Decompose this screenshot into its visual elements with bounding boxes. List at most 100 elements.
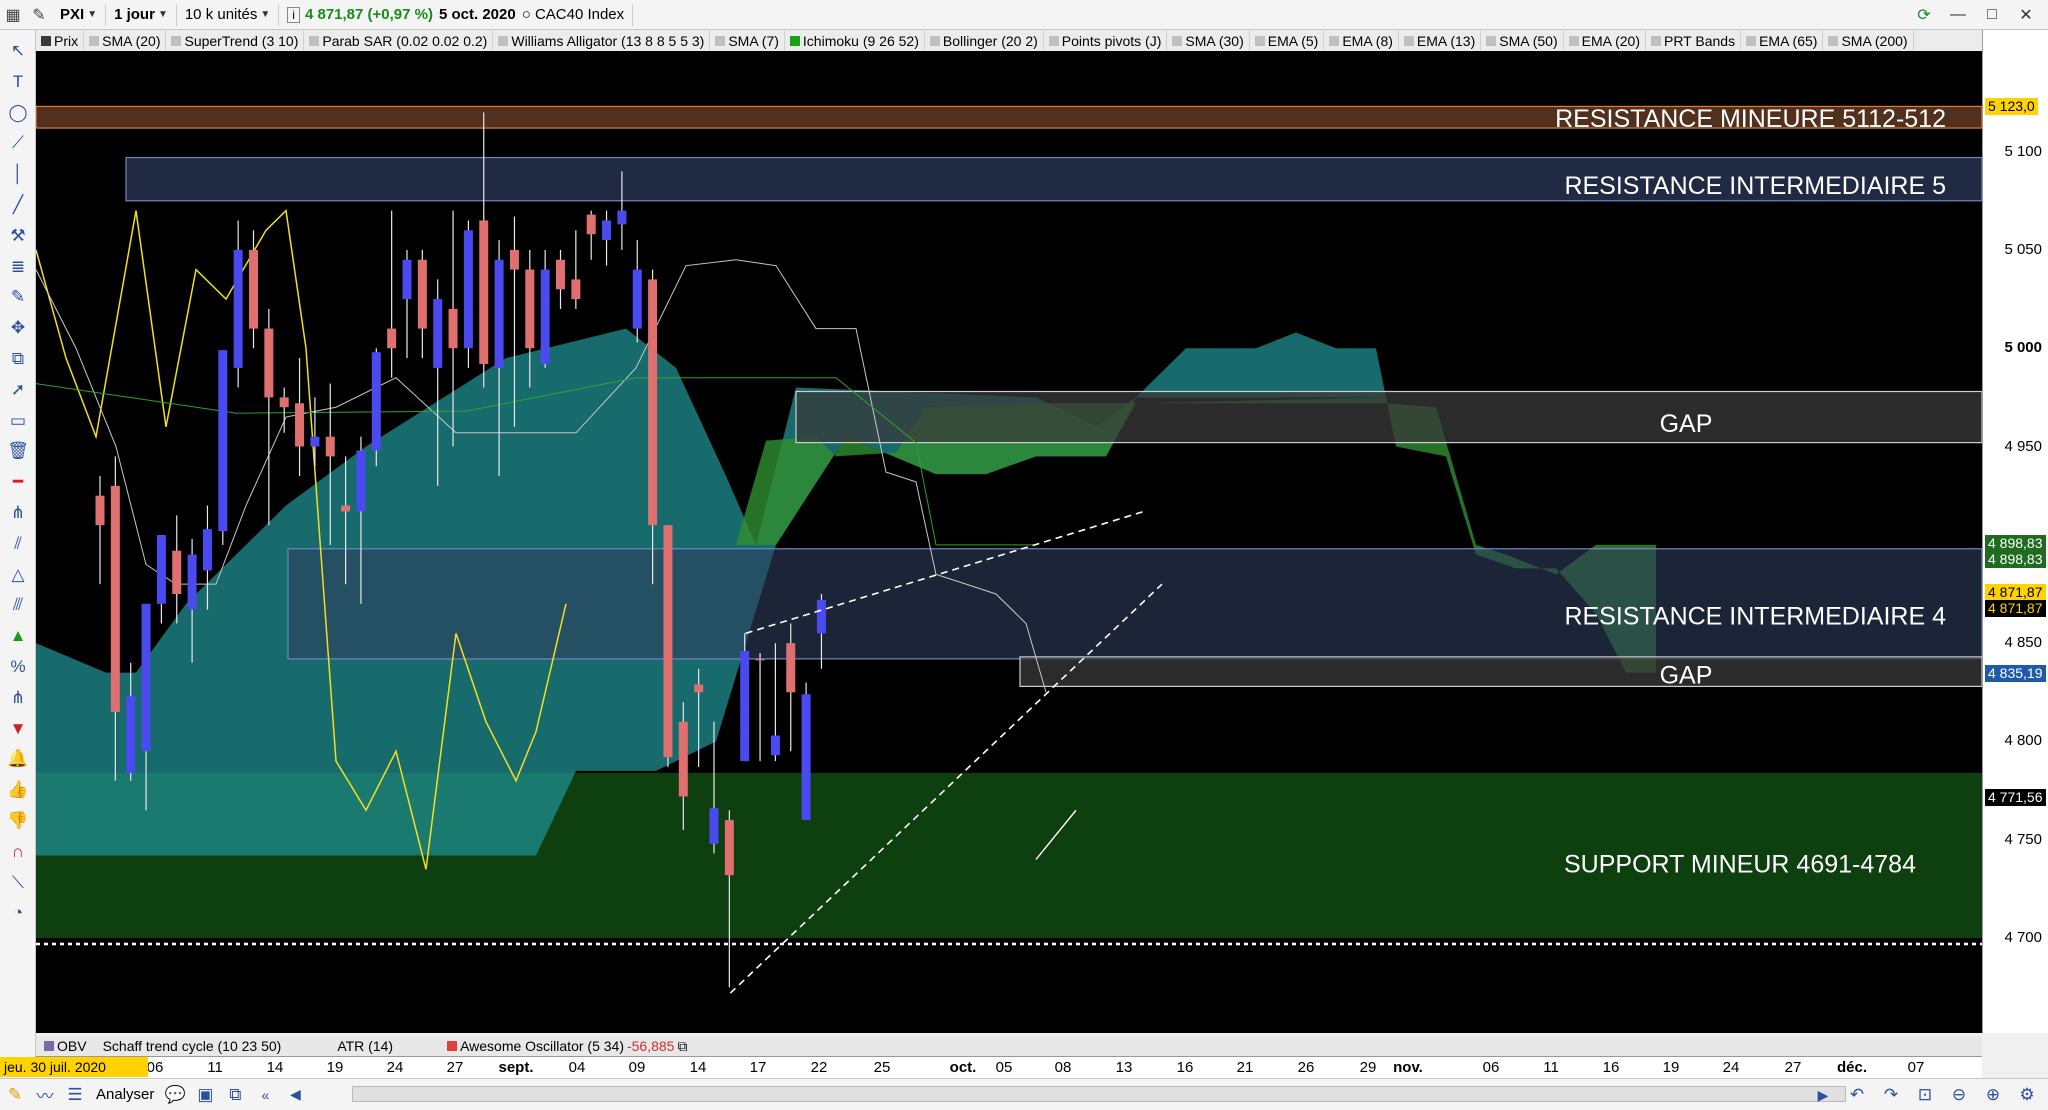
indicator-tab[interactable]: EMA (65) [1741, 31, 1824, 50]
magnet-icon[interactable]: ⚒ [4, 223, 32, 249]
candle-body [509, 249, 519, 270]
date-tick: 06 [146, 1059, 164, 1076]
line-icon[interactable]: ╱ [4, 192, 32, 218]
magnet-snap-icon[interactable]: ∩ [4, 839, 32, 865]
horizontal-scrollbar[interactable] [352, 1086, 1846, 1102]
sub-tab-obv[interactable]: OBV [36, 1038, 95, 1054]
ticker-select[interactable]: PXI ▼ [52, 3, 107, 26]
price-tag: 4 898,83 [1985, 534, 2046, 552]
segment-icon[interactable]: ⟋ [4, 130, 32, 156]
percent-icon[interactable]: % [4, 654, 32, 680]
close-button[interactable]: ✕ [2012, 3, 2040, 27]
window-icon[interactable]: ⧉ [677, 1038, 687, 1055]
indicator-tab[interactable]: EMA (13) [1399, 31, 1482, 50]
indicator-label: SMA (30) [1185, 32, 1244, 49]
indicator-tab[interactable]: SMA (7) [710, 31, 785, 50]
thumbs-down-icon[interactable]: 👎 [4, 808, 32, 834]
window-icon[interactable]: ⧉ [220, 1081, 250, 1109]
cycle-icon[interactable]: ◔ [4, 900, 32, 926]
date-axis[interactable]: 06 11 14 19 24 27 sept. 04 09 14 17 22 25 oct. 05 08 13 1… [36, 1056, 1982, 1078]
fan-icon[interactable]: ⫽ [4, 531, 32, 557]
swatch-icon [44, 1041, 54, 1051]
indicator-tab[interactable]: SuperTrend (3 10) [166, 31, 305, 50]
screens-icon[interactable]: ▣ [190, 1081, 220, 1109]
indicator-tab[interactable]: SMA (30) [1167, 31, 1250, 50]
sub-tab-atr[interactable]: ATR (14) [329, 1038, 401, 1054]
grid-icon[interactable]: ▦ [0, 3, 26, 27]
date-tick: 14 [266, 1059, 284, 1076]
pitchfork-icon[interactable]: ⋔ [4, 685, 32, 711]
info-icon[interactable]: i [287, 6, 300, 23]
arrow-icon[interactable]: ➚ [4, 377, 32, 403]
channel-icon[interactable]: ⫻ [4, 592, 32, 618]
candle-body [540, 269, 550, 364]
undo-icon[interactable]: ↶ [1842, 1081, 1872, 1109]
pointer-icon[interactable]: ↖ [4, 38, 32, 64]
indicator-tab[interactable]: Bollinger (20 2) [925, 31, 1044, 50]
scroll-back-icon[interactable]: « [250, 1081, 280, 1109]
indicator-tab[interactable]: SMA (20) [84, 31, 167, 50]
zoom-fit-icon[interactable]: ⊡ [1910, 1081, 1940, 1109]
pencil-icon[interactable]: ✎ [0, 1081, 30, 1109]
sub-tab-schaff[interactable]: Schaff trend cycle (10 23 50) [95, 1038, 290, 1054]
edit-icon[interactable]: ✎ [26, 3, 52, 27]
fibonacci-icon[interactable]: ≣ [4, 254, 32, 280]
indicator-tab[interactable]: EMA (5) [1250, 31, 1325, 50]
copy-icon[interactable]: ⧉ [4, 346, 32, 372]
indicator-tab[interactable]: Ichimoku (9 26 52) [785, 31, 925, 50]
candle [556, 249, 565, 309]
indicator-tab[interactable]: PRT Bands [1646, 31, 1742, 50]
lower-background [36, 938, 1982, 1033]
indicator-tab[interactable]: Parab SAR (0.02 0.02 0.2) [304, 31, 494, 50]
sub-tab-awesome[interactable]: Awesome Oscillator (5 34) -56,885 ⧉ [439, 1038, 695, 1055]
indicator-tab[interactable]: EMA (20) [1564, 31, 1646, 50]
refresh-icon[interactable]: ⟳ [1910, 3, 1938, 27]
price-chart[interactable]: RESISTANCE MINEURE 5112-512 RESISTANCE IN… [36, 51, 1982, 1033]
alarm-icon[interactable]: 🔔 [4, 746, 32, 772]
indicator-tab[interactable]: Prix [36, 31, 85, 50]
candle-body [187, 554, 197, 610]
analyser-button[interactable]: Analyser [90, 1086, 160, 1103]
price-tick: 4 950 [2004, 437, 2042, 455]
indicator-tab[interactable]: Points pivots (J) [1044, 31, 1168, 50]
settings-icon[interactable]: ⚙ [2012, 1081, 2042, 1109]
price-change: 4 871,87 (+0,97 %) [304, 6, 433, 23]
indicator-label: Prix [54, 32, 79, 49]
period-select[interactable]: 1 jour ▼ [106, 3, 177, 26]
zoom-out-icon[interactable]: ⊖ [1944, 1081, 1974, 1109]
swatch-icon [1828, 35, 1839, 46]
thumbs-up-icon[interactable]: 👍 [4, 777, 32, 803]
text-icon[interactable]: T [4, 69, 32, 95]
chart-type-icon[interactable]: 〰 [30, 1081, 60, 1109]
scroll-left-icon[interactable]: ◀ [280, 1081, 310, 1109]
price-scale[interactable]: 5 100 5 050 5 000 4 950 4 850 4 800 4 750 4 700… [1982, 30, 2048, 1033]
redo-icon[interactable]: ↷ [1876, 1081, 1906, 1109]
indicator-tab[interactable]: SMA (200) [1823, 31, 1914, 50]
date-tick: sept. [498, 1059, 534, 1076]
chat-icon[interactable]: 💬 [160, 1081, 190, 1109]
rectangle-icon[interactable]: ▭ [4, 408, 32, 434]
vertical-line-icon[interactable]: │ [4, 161, 32, 187]
list-icon[interactable]: ☰ [60, 1081, 90, 1109]
indicator-tab[interactable]: SMA (50) [1481, 31, 1564, 50]
trash-icon[interactable]: 🗑 [4, 438, 32, 464]
move-icon[interactable]: ✥ [4, 315, 32, 341]
units-select[interactable]: 10 k unités ▼ [177, 3, 280, 26]
up-arrow-icon[interactable]: ▲ [4, 623, 32, 649]
gann-icon[interactable]: ⟍ [4, 870, 32, 896]
maximize-button[interactable]: □ [1978, 3, 2006, 27]
minimize-button[interactable]: — [1944, 3, 1972, 27]
scroll-right-icon[interactable]: ▶ [1808, 1081, 1838, 1109]
ellipse-icon[interactable]: ◯ [4, 100, 32, 126]
horizontal-line-icon[interactable]: ━ [4, 469, 32, 495]
zoom-in-icon[interactable]: ⊕ [1978, 1081, 2008, 1109]
candle-body [341, 505, 351, 512]
pen-icon[interactable]: ✎ [4, 284, 32, 310]
network-icon[interactable]: ⋔ [4, 500, 32, 526]
indicator-tab[interactable]: Williams Alligator (13 8 8 5 5 3) [493, 31, 711, 50]
candle [463, 220, 473, 368]
triangle-icon[interactable]: △ [4, 562, 32, 588]
indicator-tab[interactable]: EMA (8) [1324, 31, 1399, 50]
price-tag: 4 871,87 [1985, 599, 2046, 617]
down-arrow-icon[interactable]: ▼ [4, 716, 32, 742]
